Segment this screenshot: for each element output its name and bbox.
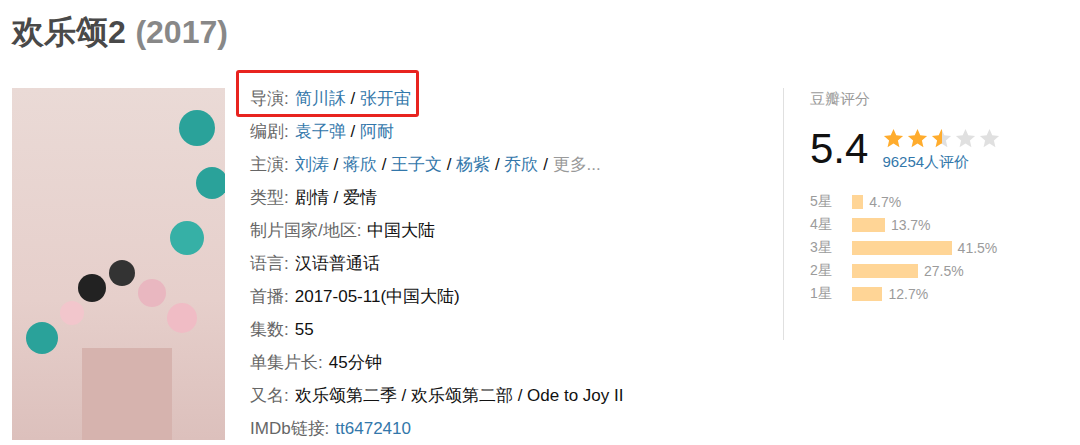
distribution-row: 2星 27.5%	[810, 259, 1030, 282]
year: (2017)	[135, 14, 228, 50]
info-link[interactable]: 更多...	[553, 155, 601, 174]
info-value: 55	[295, 320, 314, 339]
info-value: 汉语普通话	[295, 254, 380, 273]
info-label: 又名:	[250, 386, 289, 405]
info-label: 导演:	[250, 89, 289, 108]
info-row: 单集片长: 45分钟	[250, 346, 382, 379]
info-value: 爱情	[343, 188, 377, 207]
info-row: IMDb链接: tt6472410	[250, 412, 411, 445]
info-label: 主演:	[250, 155, 289, 174]
distribution-reading: 4.7%	[869, 194, 901, 210]
separator: /	[397, 386, 411, 405]
star-icon	[978, 127, 1001, 150]
info-value: 欢乐颂第二部	[411, 386, 513, 405]
title: 欢乐颂2(2017)	[12, 0, 1068, 56]
separator: /	[490, 155, 504, 174]
info-row: 集数: 55	[250, 313, 314, 346]
distribution-row: 1星 12.7%	[810, 282, 1030, 305]
info-row: 主演: 刘涛 / 蒋欣 / 王子文 / 杨紫 / 乔欣 / 更多...	[250, 148, 601, 181]
separator: /	[346, 89, 360, 108]
info-row: 语言: 汉语普通话	[250, 247, 380, 280]
star-icon	[930, 127, 953, 150]
info-link[interactable]: 刘涛	[295, 155, 329, 174]
info-label: 类型:	[250, 188, 289, 207]
info-value: Ode to Joy II	[527, 386, 623, 405]
distribution-bar	[852, 195, 863, 209]
info-link[interactable]: 蒋欣	[343, 155, 377, 174]
distribution-row: 3星 41.5%	[810, 236, 1030, 259]
info-label: 首播:	[250, 287, 289, 306]
info-row: 类型: 剧情 / 爱情	[250, 181, 377, 214]
separator: /	[329, 188, 343, 207]
info-value: 中国大陆	[367, 221, 435, 240]
distribution-label: 1星	[810, 285, 852, 303]
score-row: 5.4 96254人评价	[810, 124, 1030, 174]
star-icon	[882, 127, 905, 150]
stars	[882, 127, 1001, 150]
info-link[interactable]: 王子文	[391, 155, 442, 174]
separator: /	[329, 155, 343, 174]
info-row: 导演: 简川訸 / 张开宙	[250, 82, 411, 115]
info-value: 欢乐颂第二季	[295, 386, 397, 405]
star-icon	[906, 127, 929, 150]
distribution-reading: 12.7%	[888, 286, 928, 302]
main: 导演:简川訸 / 张开宙编剧:袁子弹 / 阿耐主演:刘涛 / 蒋欣 / 王子文 …	[12, 82, 1068, 445]
separator: /	[346, 122, 360, 141]
separator: /	[442, 155, 456, 174]
distribution-reading: 41.5%	[958, 240, 998, 256]
distribution-label: 5星	[810, 193, 852, 211]
info-label: 单集片长:	[250, 353, 323, 372]
poster-image-icon	[12, 88, 225, 440]
info-value: 剧情	[295, 188, 329, 207]
info-link[interactable]: 袁子弹	[295, 122, 346, 141]
page: 欢乐颂2(2017) 导演: 简川訸 / 张开宙编剧: 袁子弹 / 阿耐主演: 刘涛 /…	[0, 0, 1080, 445]
info-link[interactable]: 张开宙	[360, 89, 411, 108]
distribution-label: 3星	[810, 239, 852, 257]
rating-panel: 豆瓣评分 5.4 96254人评价 5星 4.7% 4星 13.7% 3星 41.5% 2星 27.…	[783, 88, 1030, 340]
info-link[interactable]: 杨紫	[456, 155, 490, 174]
info-label: IMDb链接:	[250, 419, 329, 438]
star-icon	[954, 127, 977, 150]
info-row: 制片国家/地区: 中国大陆	[250, 214, 435, 247]
info-label: 制片国家/地区:	[250, 221, 361, 240]
votes-link[interactable]: 96254人评价	[882, 152, 1001, 172]
rating-distribution: 5星 4.7% 4星 13.7% 3星 41.5% 2星 27.5% 1星 12.7%	[810, 190, 1030, 305]
separator: /	[377, 155, 391, 174]
info-row: 编剧: 袁子弹 / 阿耐	[250, 115, 394, 148]
info-label: 语言:	[250, 254, 289, 273]
distribution-bar	[852, 287, 882, 301]
rating-score: 5.4	[810, 124, 868, 174]
rating-label: 豆瓣评分	[810, 88, 1030, 110]
info-panel: 导演:简川訸 / 张开宙编剧:袁子弹 / 阿耐主演:刘涛 / 蒋欣 / 王子文 …	[225, 82, 783, 445]
distribution-bar	[852, 241, 952, 255]
distribution-reading: 13.7%	[891, 217, 931, 233]
distribution-row: 4星 13.7%	[810, 213, 1030, 236]
poster[interactable]	[12, 88, 225, 440]
info-link[interactable]: tt6472410	[335, 419, 411, 438]
separator: /	[538, 155, 552, 174]
distribution-reading: 27.5%	[924, 263, 964, 279]
distribution-label: 2星	[810, 262, 852, 280]
distribution-label: 4星	[810, 216, 852, 234]
star-column: 96254人评价	[882, 127, 1001, 172]
separator: /	[513, 386, 527, 405]
info-link[interactable]: 简川訸	[295, 89, 346, 108]
info-value: 45分钟	[329, 353, 382, 372]
distribution-row: 5星 4.7%	[810, 190, 1030, 213]
info-value: 2017-05-11(中国大陆)	[295, 287, 460, 306]
distribution-bar	[852, 264, 918, 278]
distribution-bar	[852, 218, 885, 232]
info-row: 首播: 2017-05-11(中国大陆)	[250, 280, 460, 313]
info-label: 编剧:	[250, 122, 289, 141]
info-link[interactable]: 乔欣	[504, 155, 538, 174]
info-link[interactable]: 阿耐	[360, 122, 394, 141]
info-row: 又名: 欢乐颂第二季 / 欢乐颂第二部 / Ode to Joy II	[250, 379, 623, 412]
info-label: 集数:	[250, 320, 289, 339]
